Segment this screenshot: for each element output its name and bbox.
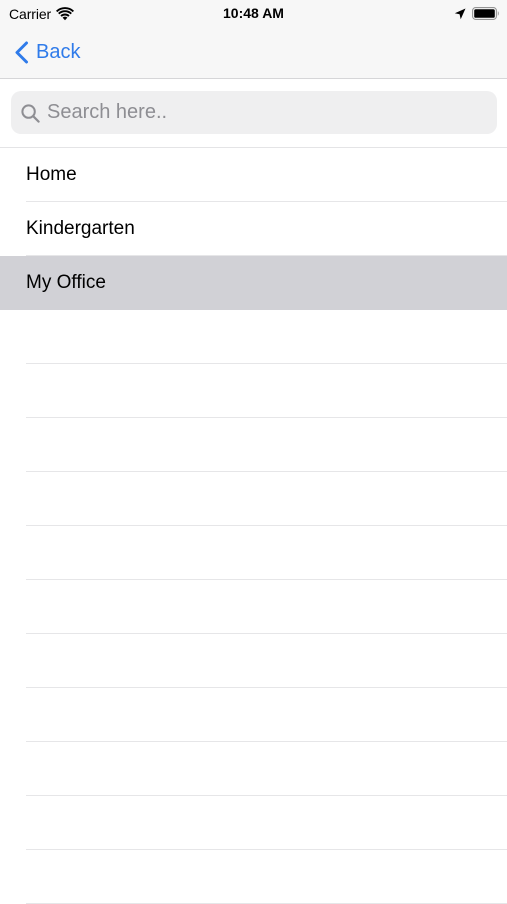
list-item-kindergarten[interactable]: Kindergarten — [0, 202, 507, 256]
list-item-home[interactable]: Home — [0, 148, 507, 202]
empty-row — [0, 580, 507, 634]
search-bar — [0, 79, 507, 148]
back-button[interactable]: Back — [14, 39, 80, 65]
empty-row — [0, 526, 507, 580]
location-icon — [454, 8, 466, 19]
list-item-label: Kindergarten — [26, 218, 135, 239]
search-icon — [21, 104, 40, 123]
empty-row — [0, 472, 507, 526]
empty-row — [0, 742, 507, 796]
empty-row — [0, 850, 507, 904]
status-time: 10:48 AM — [223, 5, 284, 21]
chevron-left-icon — [15, 41, 28, 63]
search-input[interactable] — [47, 91, 487, 134]
empty-row — [0, 688, 507, 742]
empty-row — [0, 634, 507, 688]
places-list: Home Kindergarten My Office — [0, 148, 507, 904]
search-field[interactable] — [11, 91, 497, 134]
list-item-label: My Office — [26, 272, 106, 293]
battery-icon — [472, 7, 499, 20]
right-status-icons — [454, 6, 500, 21]
empty-row — [0, 418, 507, 472]
back-label: Back — [36, 40, 81, 63]
empty-row — [0, 310, 507, 364]
status-bar: Carrier 10:48 AM — [0, 0, 507, 27]
list-item-my-office[interactable]: My Office — [0, 256, 507, 310]
empty-row — [0, 364, 507, 418]
empty-row — [0, 796, 507, 850]
navigation-bar: Back — [0, 27, 507, 79]
list-item-label: Home — [26, 164, 77, 185]
